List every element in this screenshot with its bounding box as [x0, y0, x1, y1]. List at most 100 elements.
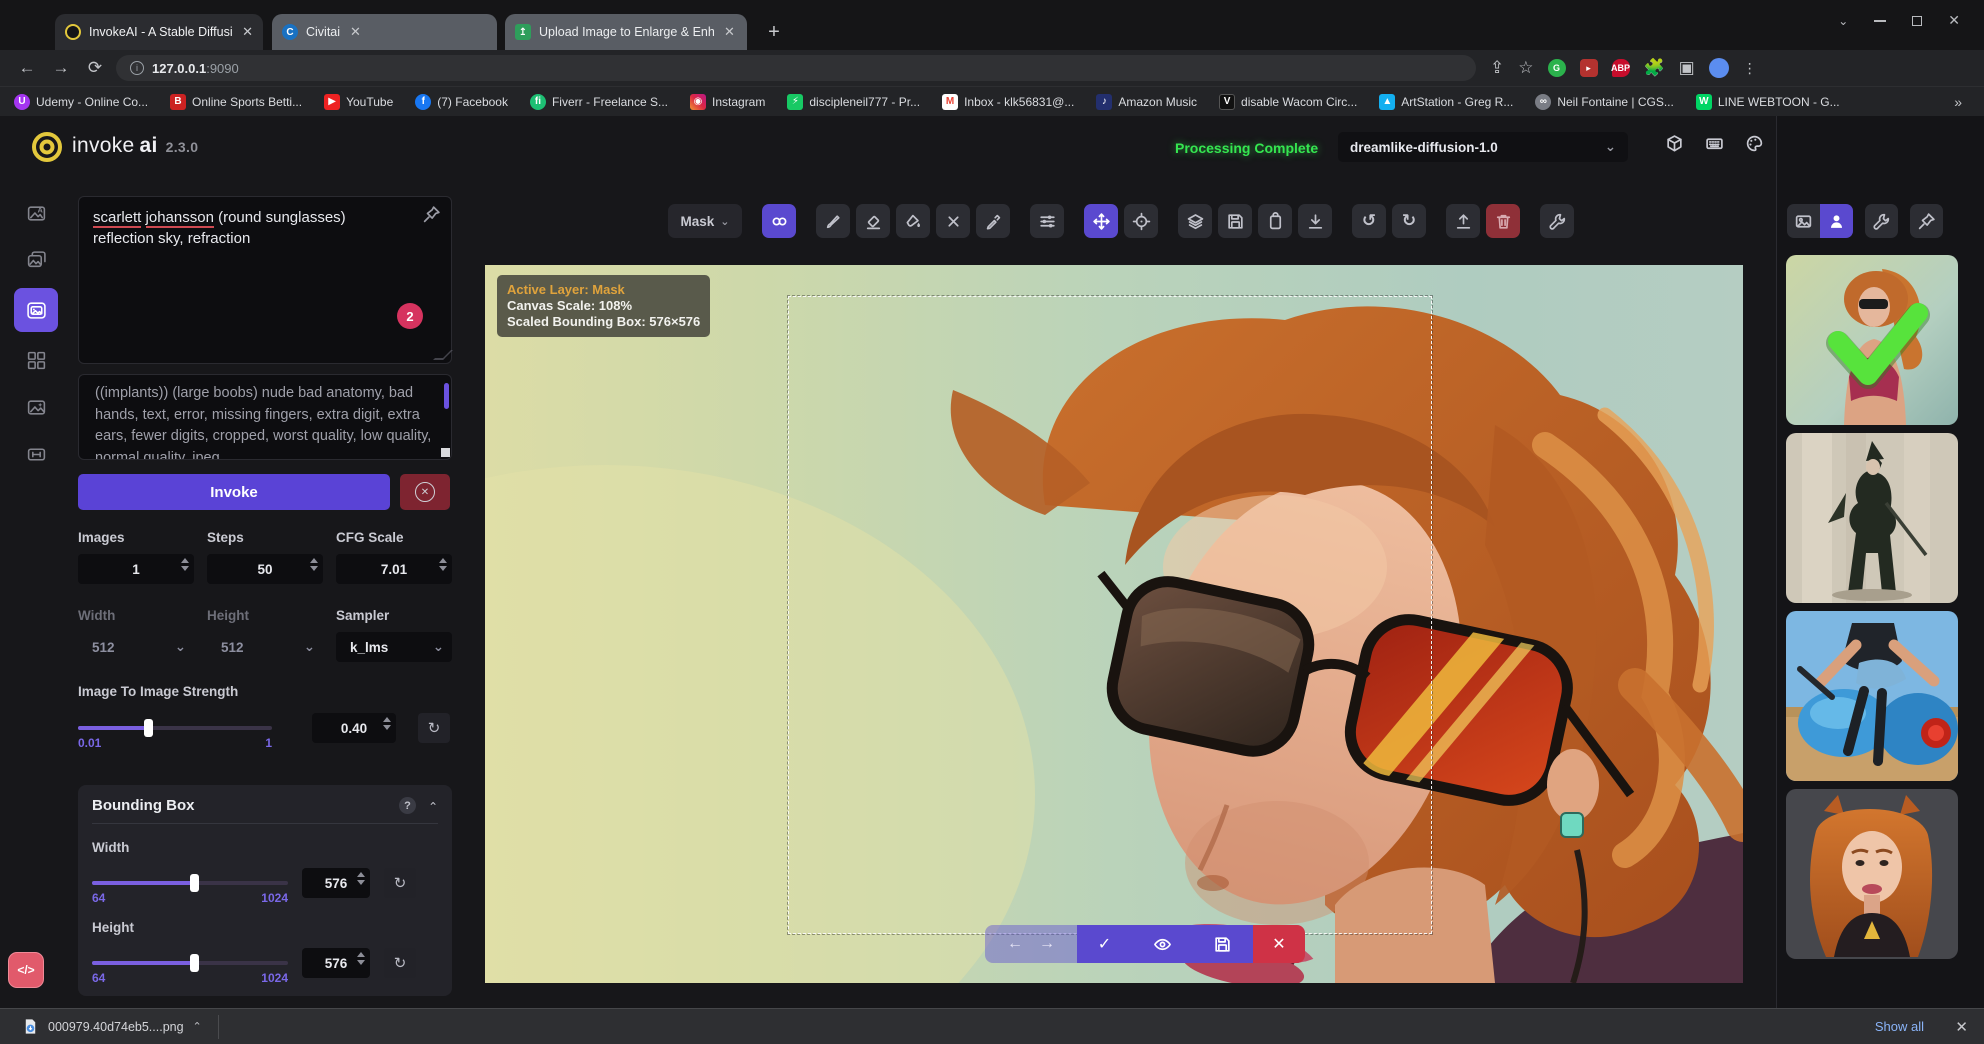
abp-extension-icon[interactable]: ABP — [1612, 59, 1630, 77]
tab-close-icon[interactable]: ✕ — [724, 24, 735, 40]
pin-icon[interactable] — [422, 205, 441, 224]
gallery-thumbnail[interactable] — [1786, 611, 1958, 781]
stepper-arrows-icon[interactable] — [357, 872, 365, 885]
forward-icon[interactable]: → — [44, 58, 78, 78]
mask-link-button[interactable] — [762, 204, 796, 238]
close-window-icon[interactable]: ✕ — [1948, 12, 1960, 29]
download-image-button[interactable] — [1298, 204, 1332, 238]
clear-canvas-button[interactable] — [1486, 204, 1520, 238]
bookmark-sports-betting[interactable]: BOnline Sports Betti... — [170, 94, 302, 110]
reset-bbox-height-icon[interactable]: ↻ — [384, 948, 416, 978]
hotkeys-icon[interactable] — [1705, 134, 1724, 153]
maximize-icon[interactable] — [1912, 16, 1922, 26]
new-tab-button[interactable]: + — [760, 18, 788, 46]
bbox-width-slider[interactable]: 64 1024 — [92, 881, 288, 885]
bookmark-udemy[interactable]: UUdemy - Online Co... — [14, 94, 148, 110]
chevron-up-icon[interactable]: ⌃ — [193, 1020, 202, 1033]
slider-thumb[interactable] — [190, 954, 199, 972]
cfg-scale-input[interactable]: 7.01 — [336, 554, 452, 584]
bookmark-discipleneil[interactable]: ⚡discipleneil777 - Pr... — [787, 94, 920, 110]
bookmark-facebook[interactable]: f(7) Facebook — [415, 94, 508, 110]
close-downloads-icon[interactable]: ✕ — [1955, 1018, 1968, 1036]
reload-icon[interactable]: ⟳ — [78, 58, 112, 78]
bookmark-fiverr[interactable]: fiFiverr - Freelance S... — [530, 94, 668, 110]
undo-button[interactable]: ↺ — [1352, 204, 1386, 238]
resize-handle-icon[interactable] — [433, 350, 453, 360]
toggle-console-button[interactable]: </> — [8, 952, 44, 988]
brush-button[interactable] — [816, 204, 850, 238]
merge-layers-button[interactable] — [1178, 204, 1212, 238]
bookmark-artstation[interactable]: ▲ArtStation - Greg R... — [1379, 94, 1513, 110]
gallery-settings-button[interactable] — [1865, 204, 1898, 238]
reset-strength-icon[interactable]: ↻ — [418, 713, 450, 743]
site-info-icon[interactable]: i — [130, 61, 144, 75]
extensions-puzzle-icon[interactable]: 🧩 — [1644, 58, 1665, 78]
slider-thumb[interactable] — [190, 874, 199, 892]
erase-bounding-box-button[interactable] — [936, 204, 970, 238]
bounding-box-selection[interactable] — [788, 296, 1432, 934]
brush-options-button[interactable] — [1030, 204, 1064, 238]
profile-avatar[interactable] — [1709, 58, 1729, 78]
reset-view-button[interactable] — [1124, 204, 1158, 238]
canvas-settings-button[interactable] — [1540, 204, 1574, 238]
width-select[interactable]: 512 ⌄ — [78, 632, 194, 662]
browser-tab-civitai[interactable]: C Civitai ✕ — [272, 14, 497, 50]
negative-prompt-input[interactable]: ((implants)) (large boobs) nude bad anat… — [78, 374, 452, 460]
help-icon[interactable]: ? — [399, 797, 416, 814]
extension-red-icon[interactable]: ▸ — [1580, 59, 1598, 77]
tab-search-icon[interactable]: ⌄ — [1838, 14, 1848, 28]
bookmark-youtube[interactable]: ▶YouTube — [324, 94, 393, 110]
upload-image-button[interactable] — [1446, 204, 1480, 238]
bookmarks-overflow-chevron[interactable]: » — [1954, 94, 1962, 110]
strength-input[interactable]: 0.40 — [312, 713, 396, 743]
stepper-arrows-icon[interactable] — [357, 952, 365, 965]
show-all-link[interactable]: Show all — [1875, 1019, 1924, 1034]
cancel-button[interactable]: ✕ — [400, 474, 450, 510]
previous-image-icon[interactable]: ← — [1007, 935, 1023, 953]
address-bar[interactable]: i 127.0.0.1:9090 — [116, 55, 1476, 81]
prompt-input[interactable]: scarlett johansson (round sunglasses) re… — [78, 196, 452, 364]
reset-bbox-width-icon[interactable]: ↻ — [384, 868, 416, 898]
download-item[interactable]: 000979.40d74eb5....png ⌃ — [22, 1018, 202, 1035]
save-to-gallery-button[interactable] — [1218, 204, 1252, 238]
tab-nodes[interactable] — [17, 341, 55, 379]
minimize-icon[interactable] — [1874, 20, 1886, 22]
bbox-width-input[interactable]: 576 — [302, 868, 370, 898]
gallery-images-tab[interactable] — [1787, 204, 1820, 238]
stepper-arrows-icon[interactable] — [310, 558, 318, 571]
show-hide-icon[interactable] — [1153, 935, 1172, 954]
tab-close-icon[interactable]: ✕ — [350, 24, 361, 40]
grammarly-extension-icon[interactable]: G — [1548, 59, 1566, 77]
scrollbar-thumb[interactable] — [444, 383, 449, 409]
bookmark-webtoon[interactable]: WLINE WEBTOON - G... — [1696, 94, 1840, 110]
gallery-thumbnail[interactable] — [1786, 789, 1958, 959]
tab-close-icon[interactable]: ✕ — [242, 24, 253, 40]
tab-text-to-image[interactable]: A — [17, 194, 55, 232]
side-panel-icon[interactable]: ▣ — [1679, 58, 1695, 78]
eraser-button[interactable] — [856, 204, 890, 238]
slider-thumb[interactable] — [144, 719, 153, 737]
move-tool-button[interactable] — [1084, 204, 1118, 238]
accept-image-icon[interactable]: ✓ — [1098, 934, 1111, 954]
gallery-person-tab[interactable] — [1820, 204, 1853, 238]
resize-handle-icon[interactable] — [441, 448, 450, 457]
bookmark-inbox[interactable]: MInbox - klk56831@... — [942, 94, 1074, 110]
browser-menu-icon[interactable]: ⋮ — [1743, 60, 1757, 77]
stepper-arrows-icon[interactable] — [181, 558, 189, 571]
bookmark-instagram[interactable]: ◉Instagram — [690, 94, 765, 110]
copy-to-clipboard-button[interactable] — [1258, 204, 1292, 238]
steps-input[interactable]: 50 — [207, 554, 323, 584]
gallery-pin-button[interactable] — [1910, 204, 1943, 238]
tab-unified-canvas[interactable] — [14, 288, 58, 332]
bounding-box-header[interactable]: Bounding Box ? ⌄ — [92, 797, 438, 824]
images-input[interactable]: 1 — [78, 554, 194, 584]
height-select[interactable]: 512 ⌄ — [207, 632, 323, 662]
bookmark-neil-fontaine[interactable]: ∞Neil Fontaine | CGS... — [1535, 94, 1674, 110]
stepper-arrows-icon[interactable] — [439, 558, 447, 571]
collapse-chevron-icon[interactable]: ⌄ — [428, 799, 438, 813]
fill-bounding-box-button[interactable] — [896, 204, 930, 238]
save-staging-icon[interactable] — [1213, 935, 1232, 954]
next-image-icon[interactable]: → — [1039, 935, 1055, 953]
gallery-thumbnail[interactable] — [1786, 433, 1958, 603]
browser-tab-invokeai[interactable]: InvokeAI - A Stable Diffusion Too ✕ — [55, 14, 263, 50]
